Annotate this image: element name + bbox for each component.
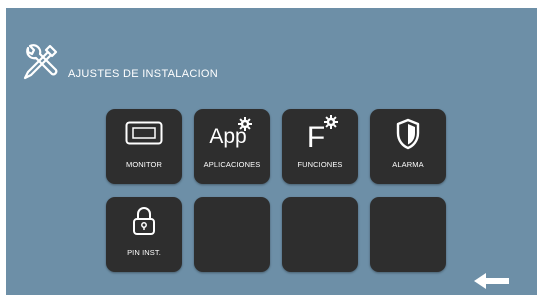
tools-icon — [23, 44, 58, 80]
padlock-icon — [133, 207, 155, 235]
monitor-icon — [125, 121, 163, 145]
applications-label: APLICACIONES — [203, 160, 261, 169]
alarm-button[interactable]: ALARMA — [370, 109, 446, 184]
gear-icon — [324, 115, 338, 129]
functions-button[interactable]: F FUNCIONES — [282, 109, 358, 184]
settings-grid: MONITOR App APLICACIONES F FUNCIONES ALA… — [106, 109, 446, 272]
alarm-label: ALARMA — [392, 160, 424, 169]
installer-pin-button[interactable]: PIN INST. — [106, 197, 182, 272]
gear-icon — [238, 117, 252, 131]
page-title: AJUSTES DE INSTALACION — [68, 68, 219, 80]
function-gear-icon: F — [282, 115, 358, 155]
empty-tile[interactable] — [282, 197, 358, 272]
app-gear-icon: App — [194, 117, 270, 153]
empty-tile[interactable] — [370, 197, 446, 272]
monitor-button[interactable]: MONITOR — [106, 109, 182, 184]
back-arrow-icon[interactable] — [474, 272, 510, 290]
monitor-label: MONITOR — [126, 160, 162, 169]
function-glyph: F — [306, 121, 326, 154]
shield-icon — [396, 118, 420, 150]
applications-button[interactable]: App APLICACIONES — [194, 109, 270, 184]
empty-tile[interactable] — [194, 197, 270, 272]
settings-screen: AJUSTES DE INSTALACION MONITOR App APLIC… — [6, 8, 537, 295]
installer-pin-label: PIN INST. — [127, 248, 161, 257]
functions-label: FUNCIONES — [297, 160, 343, 169]
